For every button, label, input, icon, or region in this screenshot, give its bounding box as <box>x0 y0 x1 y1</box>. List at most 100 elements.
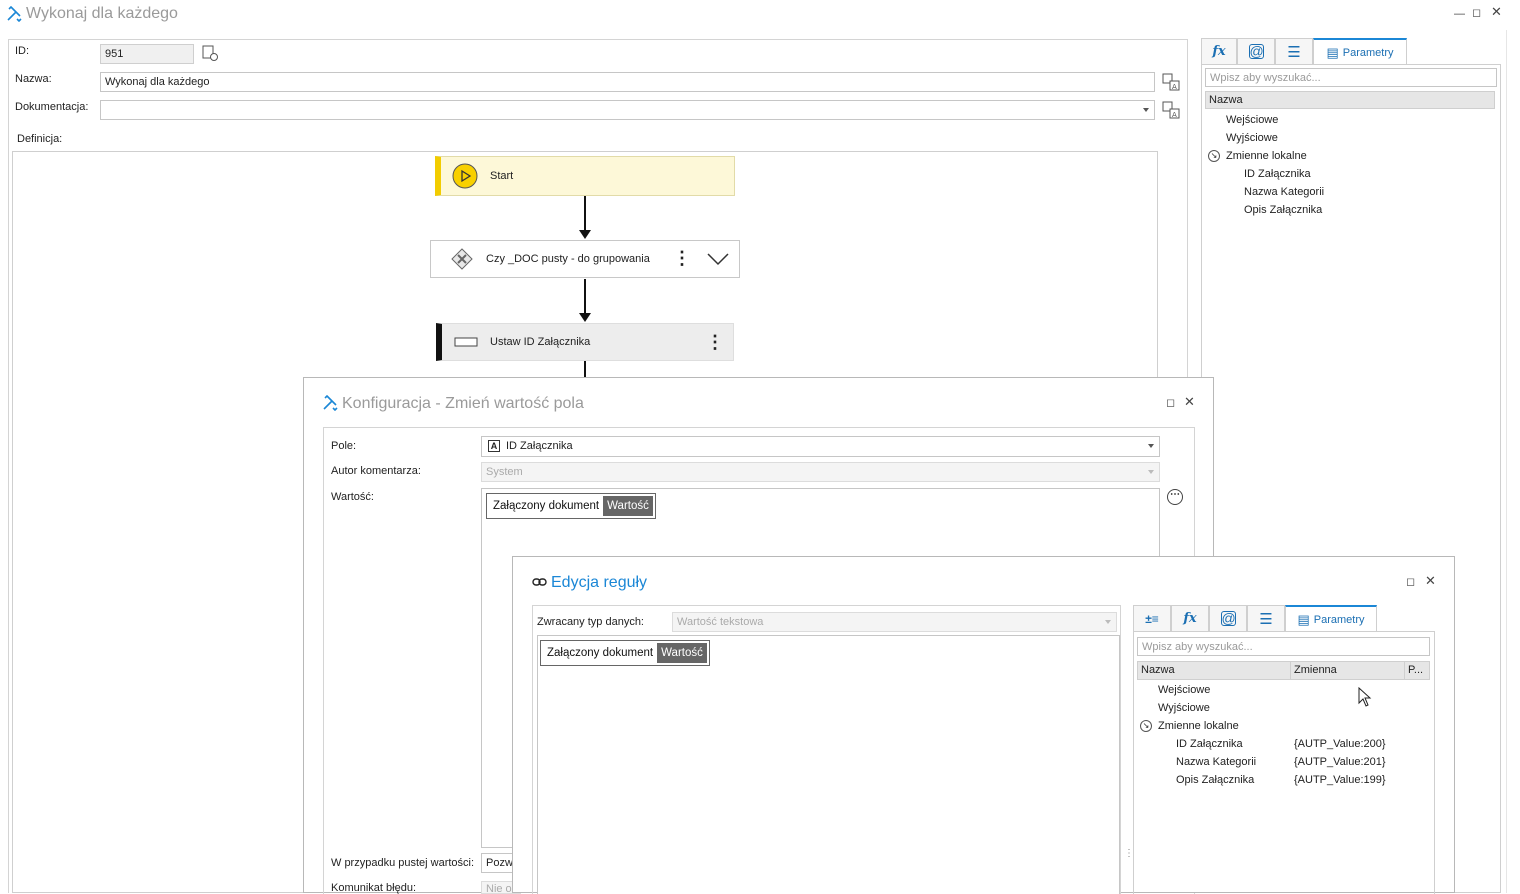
close-button[interactable]: ✕ <box>1425 574 1436 587</box>
doc-label: Dokumentacja: <box>15 101 89 113</box>
tree-item-local[interactable]: ID Załącznika <box>1176 735 1243 753</box>
more-options-icon[interactable]: ⋯ <box>1167 489 1183 505</box>
translate-icon[interactable]: A <box>1162 101 1180 119</box>
tab-list[interactable]: ☰ <box>1247 605 1285 631</box>
flow-condition-node[interactable]: Czy _DOC pusty - do grupowania ⋮ <box>430 240 740 278</box>
maximize-button[interactable]: ◻ <box>1472 7 1481 19</box>
rule-search-input[interactable]: Wpisz aby wyszukać... <box>1137 637 1430 656</box>
right-tabs: fx @ ☰ ▤ Parametry <box>1201 38 1501 65</box>
fx-icon: fx <box>1183 611 1197 626</box>
chevron-down-icon <box>1143 108 1149 112</box>
tab-operators[interactable]: ±≡ <box>1133 605 1171 631</box>
empty-value-label: W przypadku pustej wartości: <box>331 857 475 869</box>
tools-icon <box>323 395 338 411</box>
text-type-icon: A <box>488 440 500 452</box>
tab-list[interactable]: ☰ <box>1275 38 1313 64</box>
right-search-input[interactable]: Wpisz aby wyszukać... <box>1205 68 1497 87</box>
tab-functions[interactable]: fx <box>1171 605 1209 631</box>
col-variable[interactable]: Zmienna <box>1291 662 1405 679</box>
return-type-label: Zwracany typ danych: <box>537 616 644 628</box>
tab-parameters[interactable]: ▤ Parametry <box>1285 605 1377 632</box>
definition-label: Definicja: <box>17 133 63 145</box>
field-icon <box>454 337 478 347</box>
parameters-icon: ▤ <box>1297 611 1310 627</box>
condition-icon <box>451 248 473 270</box>
tree-item-outputs[interactable]: Wyjściowe <box>1158 699 1210 717</box>
list-icon: ☰ <box>1287 43 1301 61</box>
arrow-head <box>579 313 591 322</box>
tree-item-local[interactable]: ID Załącznika <box>1244 165 1311 183</box>
col-p[interactable]: P... <box>1405 662 1431 679</box>
variable-value: {AUTP_Value:199} <box>1294 774 1386 786</box>
field-select[interactable]: A ID Załącznika <box>481 436 1160 457</box>
scrollbar-track[interactable] <box>1506 30 1518 893</box>
tree-item-local[interactable]: Opis Załącznika <box>1176 771 1254 789</box>
tab-parameters[interactable]: ▤ Parametry <box>1313 38 1407 65</box>
connector <box>584 279 586 315</box>
rule-dialog: Edycja reguły ◻ ✕ Zwracany typ danych: W… <box>512 556 1455 894</box>
tree-item-outputs[interactable]: Wyjściowe <box>1226 129 1278 147</box>
tree-item-local[interactable]: Nazwa Kategorii <box>1176 753 1256 771</box>
link-icon <box>532 578 547 586</box>
contact-icon: @ <box>1220 610 1236 626</box>
collapse-icon[interactable]: ↘ <box>1140 720 1152 732</box>
tab-contacts[interactable]: @ <box>1209 605 1247 631</box>
tree-item-locals[interactable]: Zmienne lokalne <box>1158 717 1239 735</box>
minimize-button[interactable]: — <box>1454 8 1465 20</box>
arrow-head <box>579 230 591 239</box>
more-icon[interactable]: ⋮ <box>706 333 724 351</box>
field-label: Pole: <box>331 440 357 452</box>
main-title-bar: Wykonaj dla każdego — ◻ ✕ <box>0 0 1520 28</box>
contact-icon: @ <box>1248 43 1264 59</box>
svg-text:A: A <box>1172 111 1177 119</box>
value-label: Wartość: <box>331 491 374 503</box>
operators-icon: ±≡ <box>1145 611 1159 626</box>
translate-icon[interactable]: A <box>1162 73 1180 91</box>
chevron-down-icon[interactable] <box>707 252 729 266</box>
id-label: ID: <box>15 45 30 57</box>
play-icon <box>452 163 478 189</box>
error-message-label: Komunikat błędu: <box>331 882 416 894</box>
chevron-down-icon <box>1148 470 1154 474</box>
author-select[interactable]: System <box>481 462 1160 482</box>
tree-item-inputs[interactable]: Wejściowe <box>1226 111 1278 129</box>
more-icon[interactable]: ⋮ <box>673 249 691 267</box>
name-field[interactable]: Wykonaj dla każdego <box>100 72 1155 92</box>
right-table-header[interactable]: Nazwa <box>1205 91 1495 109</box>
main-window-title: Wykonaj dla każdego <box>26 5 178 22</box>
rule-editor[interactable] <box>537 635 1120 894</box>
rule-table-header: Nazwa Zmienna P... <box>1137 661 1430 680</box>
maximize-button[interactable]: ◻ <box>1166 397 1175 409</box>
rule-right-panel: ±≡ fx @ ☰ ▤ Parametry Wpisz aby wyszukać.… <box>1133 605 1437 894</box>
close-button[interactable]: ✕ <box>1184 395 1195 408</box>
rule-token[interactable]: Załączony dokument Wartość <box>540 640 710 666</box>
tree-item-locals[interactable]: Zmienne lokalne <box>1226 147 1307 165</box>
list-icon: ☰ <box>1259 610 1273 628</box>
rule-dialog-title: Edycja reguły <box>551 574 648 591</box>
tools-icon <box>7 6 22 22</box>
id-settings-icon[interactable] <box>202 45 219 62</box>
tab-functions[interactable]: fx <box>1201 38 1237 64</box>
maximize-button[interactable]: ◻ <box>1406 576 1415 588</box>
start-label: Start <box>490 170 514 182</box>
name-label: Nazwa: <box>15 73 52 85</box>
config-dialog-title: Konfiguracja - Zmień wartość pola <box>342 395 584 412</box>
condition-label: Czy _DOC pusty - do grupowania <box>486 253 650 265</box>
tree-item-local[interactable]: Nazwa Kategorii <box>1244 183 1324 201</box>
collapse-icon[interactable]: ↘ <box>1208 150 1220 162</box>
mouse-cursor-icon <box>1358 687 1372 707</box>
flow-set-node[interactable]: Ustaw ID Załącznika ⋮ <box>436 323 734 361</box>
tree-item-inputs[interactable]: Wejściowe <box>1158 681 1210 699</box>
tab-contacts[interactable]: @ <box>1237 38 1275 64</box>
connector <box>584 196 586 232</box>
tree-item-local[interactable]: Opis Załącznika <box>1244 201 1322 219</box>
variable-value: {AUTP_Value:200} <box>1294 738 1386 750</box>
value-token[interactable]: Załączony dokument Wartość <box>486 493 656 519</box>
close-button[interactable]: ✕ <box>1491 5 1502 18</box>
doc-field[interactable] <box>100 100 1155 120</box>
fx-icon: fx <box>1212 44 1226 59</box>
return-type-select[interactable]: Wartość tekstowa <box>672 612 1117 632</box>
flow-start-node[interactable]: Start <box>435 156 735 196</box>
svg-text:A: A <box>1172 83 1177 91</box>
col-name[interactable]: Nazwa <box>1138 662 1291 679</box>
